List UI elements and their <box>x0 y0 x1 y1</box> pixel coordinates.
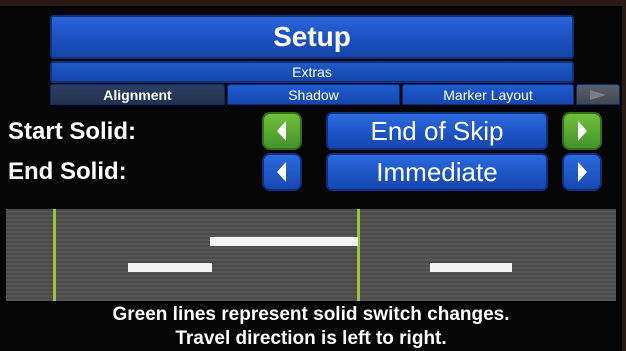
arrow-left-icon <box>277 162 286 182</box>
help-text-line: Green lines represent solid switch chang… <box>112 304 510 325</box>
screen: Setup Extras Alignment Shadow Marker Lay… <box>0 6 622 351</box>
solid-switch-diagram <box>6 209 616 301</box>
solid-segment <box>210 237 358 246</box>
start-solid-next-button[interactable] <box>562 112 602 150</box>
start-solid-prev-button[interactable] <box>262 112 302 150</box>
arrow-right-icon <box>578 121 587 141</box>
device-frame: Setup Extras Alignment Shadow Marker Lay… <box>0 0 626 351</box>
tab-alignment[interactable]: Alignment <box>50 84 225 105</box>
skip-segment <box>430 263 512 272</box>
end-solid-label: End Solid: <box>8 158 127 185</box>
switch-line <box>357 209 360 301</box>
tab-bar: Alignment Shadow Marker Layout <box>50 84 620 106</box>
tab-marker-layout[interactable]: Marker Layout <box>402 84 574 105</box>
start-solid-value[interactable]: End of Skip <box>326 112 548 150</box>
switch-line <box>53 209 56 301</box>
help-text-line: Travel direction is left to right. <box>175 328 447 349</box>
arrow-right-icon <box>578 162 587 182</box>
page-subtitle: Extras <box>50 61 574 83</box>
page-title: Setup <box>50 15 574 59</box>
skip-segment <box>128 263 212 272</box>
end-solid-next-button[interactable] <box>562 153 602 191</box>
tab-shadow[interactable]: Shadow <box>227 84 400 105</box>
end-solid-value[interactable]: Immediate <box>326 153 548 191</box>
end-solid-prev-button[interactable] <box>262 153 302 191</box>
arrow-left-icon <box>277 121 286 141</box>
help-text: Green lines represent solid switch chang… <box>0 303 622 351</box>
tab-scroll-right-button[interactable] <box>576 84 620 105</box>
start-solid-label: Start Solid: <box>8 118 137 145</box>
chevron-right-icon <box>590 89 606 100</box>
